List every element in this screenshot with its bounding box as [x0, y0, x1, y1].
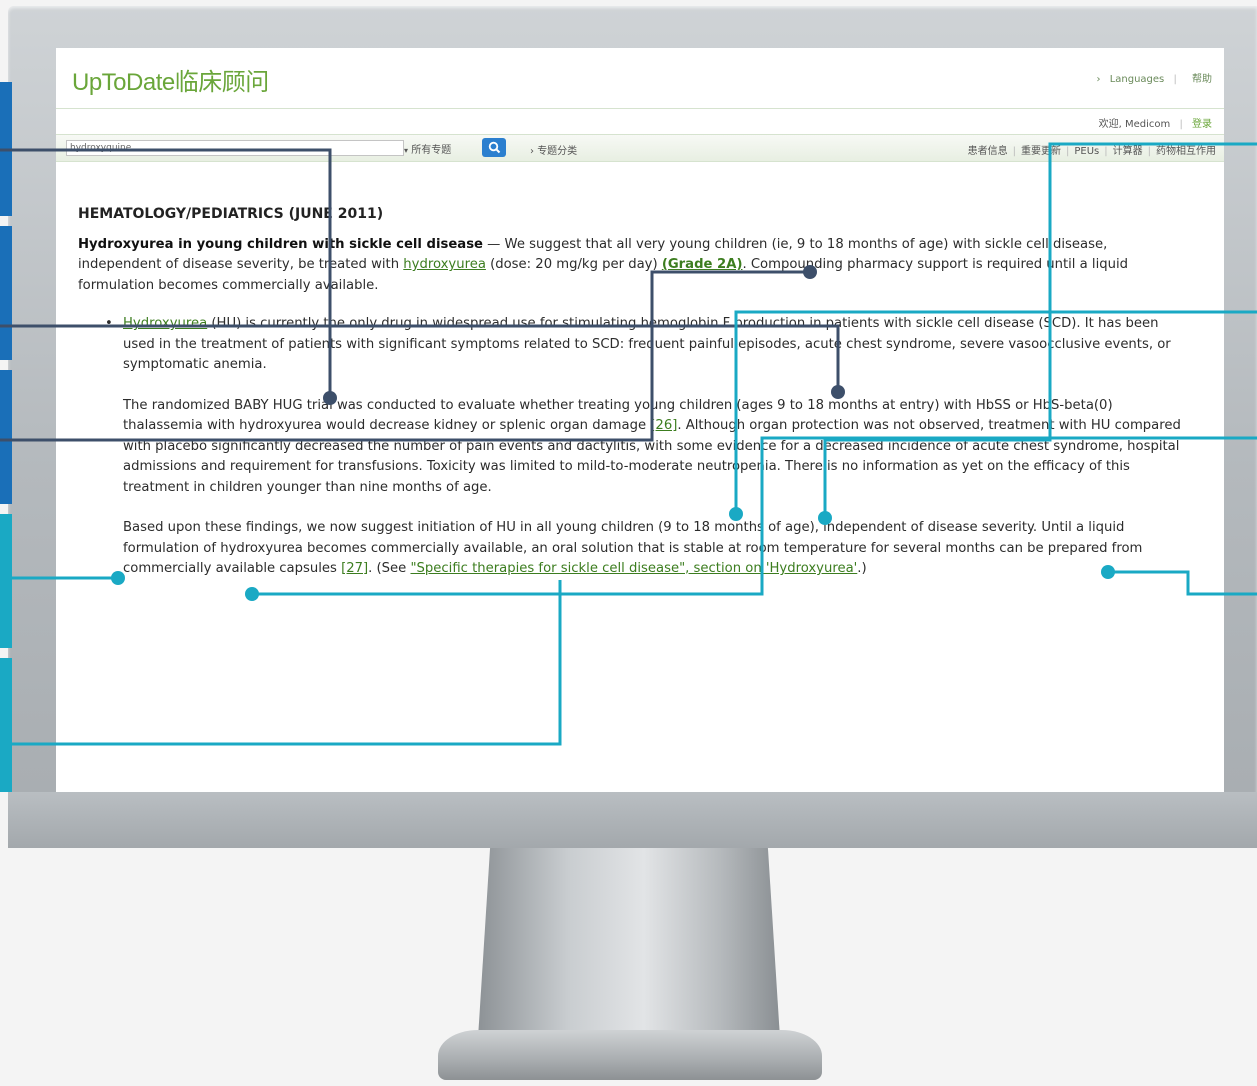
divider: |	[1173, 74, 1177, 85]
nav-peus[interactable]: PEUs	[1074, 146, 1099, 157]
grade-link[interactable]: (Grade 2A)	[662, 257, 743, 272]
search-input[interactable]	[66, 140, 404, 156]
app-logo[interactable]: UpToDate临床顾问	[72, 62, 269, 97]
divider: |	[1104, 146, 1108, 157]
paragraph-2: The randomized BABY HUG trial was conduc…	[123, 396, 1188, 499]
recommendation: Hydroxyurea in young children with sickl…	[78, 235, 1188, 297]
paragraph-3-text-mid: . (See	[368, 561, 411, 576]
top-links: › Languages | 帮助	[1091, 70, 1213, 85]
divider: |	[1179, 119, 1183, 130]
welcome-text: 欢迎, Medicom	[1098, 119, 1171, 130]
bullet-icon: •	[105, 316, 113, 331]
nav-patient-info[interactable]: 患者信息	[968, 146, 1008, 157]
help-link[interactable]: 帮助	[1192, 74, 1212, 85]
app-header: UpToDate临床顾问 › Languages | 帮助	[56, 48, 1224, 109]
topic-select[interactable]: ▾ 所有专题	[404, 141, 451, 156]
specific-therapies-link[interactable]: "Specific therapies for sickle cell dise…	[410, 561, 857, 576]
monitor-stand	[478, 848, 780, 1038]
hydroxyurea-link-2[interactable]: Hydroxyurea	[123, 316, 207, 331]
divider: |	[1147, 146, 1151, 157]
paragraph-3-text-end: .)	[857, 561, 867, 576]
side-tab-4	[0, 514, 12, 648]
article-content: HEMATOLOGY/PEDIATRICS (JUNE 2011) Hydrox…	[78, 204, 1188, 600]
reference-26-link[interactable]: [26]	[650, 418, 677, 433]
divider: |	[1065, 146, 1070, 157]
side-tab-1	[0, 82, 12, 216]
hydroxyurea-link[interactable]: hydroxyurea	[403, 257, 486, 272]
topic-select-label: 所有专题	[411, 145, 452, 156]
languages-link[interactable]: › Languages	[1097, 74, 1165, 85]
nav-drug-interactions[interactable]: 药物相互作用	[1156, 146, 1216, 157]
monitor-chin	[8, 792, 1257, 848]
user-bar: 欢迎, Medicom | 登录	[1099, 115, 1212, 130]
paragraph-1: • Hydroxyurea (HU) is currently the only …	[105, 314, 1188, 376]
paragraph-3: Based upon these findings, we now sugges…	[123, 518, 1188, 580]
side-tab-3	[0, 370, 12, 504]
login-link[interactable]: 登录	[1192, 119, 1212, 130]
recommendation-title: Hydroxyurea in young children with sickl…	[78, 236, 483, 252]
side-tab-2	[0, 226, 12, 360]
nav-updates[interactable]: 重要更新	[1021, 146, 1061, 157]
nav-calculators[interactable]: 计算器	[1113, 146, 1143, 157]
category-link[interactable]: › 专题分类	[530, 142, 577, 157]
search-icon	[488, 141, 500, 154]
screen: UpToDate临床顾问 › Languages | 帮助 欢迎, Medico…	[56, 48, 1224, 792]
divider: |	[1012, 146, 1016, 157]
chevron-down-icon: ▾	[404, 146, 409, 155]
search-button[interactable]	[482, 138, 506, 157]
bullet-block: • Hydroxyurea (HU) is currently the only …	[105, 314, 1188, 580]
section-title: HEMATOLOGY/PEDIATRICS (JUNE 2011)	[78, 206, 384, 222]
monitor-stand-base	[438, 1030, 822, 1080]
search-bar: ▾ 所有专题 › 专题分类 患者信息 | 重要更新 | PEUs | 计算器 | 药物相互作用	[56, 134, 1224, 162]
paragraph-1-text: (HU) is currently the only drug in wides…	[123, 316, 1171, 372]
side-tab-5	[0, 658, 12, 792]
dose-text: (dose: 20 mg/kg per day)	[485, 257, 662, 272]
nav-links: 患者信息 | 重要更新 | PEUs | 计算器 | 药物相互作用	[968, 142, 1216, 157]
reference-27-link[interactable]: [27]	[341, 561, 368, 576]
